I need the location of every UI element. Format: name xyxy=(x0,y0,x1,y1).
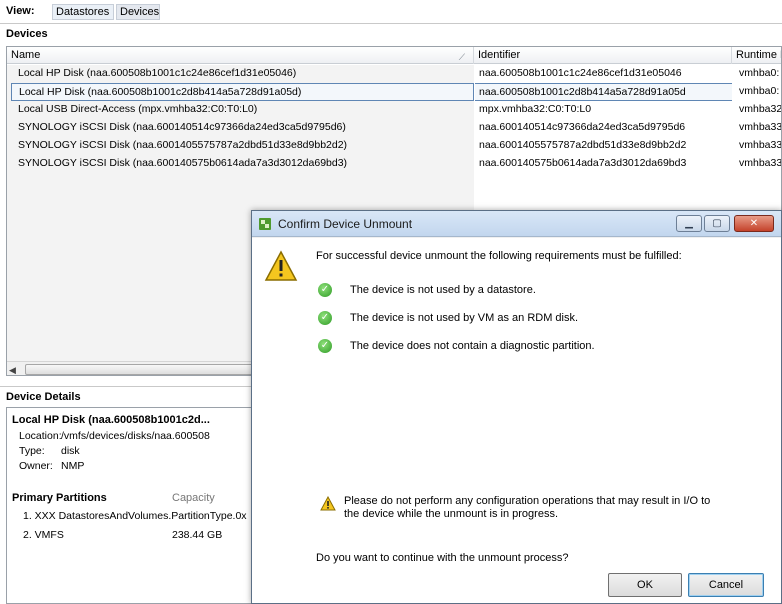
device-runtime-name: vmhba0: xyxy=(739,67,780,79)
requirements-intro: For successful device unmount the follow… xyxy=(316,250,682,262)
device-details-section-title: Device Details xyxy=(6,391,81,403)
device-name: Local HP Disk (naa.600508b1001c2d8b414a5… xyxy=(11,83,474,101)
table-row[interactable]: SYNOLOGY iSCSI Disk (naa.600140575b0614a… xyxy=(7,155,782,173)
device-name: Local HP Disk (naa.600508b1001c1c24e86ce… xyxy=(18,67,297,79)
partition-row: 1. XXX DatastoresAndVolumes.PartitionTyp… xyxy=(23,510,247,522)
location-label: Location: xyxy=(19,430,62,442)
minimize-icon: ▁ xyxy=(685,218,693,229)
dialog-titlebar[interactable]: Confirm Device Unmount ▁ ▢ ✕ xyxy=(252,211,781,237)
warning-icon xyxy=(264,250,298,281)
view-bar: View: Datastores Devices xyxy=(0,0,782,22)
device-identifier: naa.600140514c97366da24ed3ca5d9795d6 xyxy=(479,121,686,133)
primary-partitions-title: Primary Partitions xyxy=(12,492,107,504)
type-value: disk xyxy=(61,445,80,457)
table-row[interactable]: SYNOLOGY iSCSI Disk (naa.600140514c97366… xyxy=(7,119,782,137)
minimize-button[interactable]: ▁ xyxy=(676,215,702,232)
device-identifier: mpx.vmhba32:C0:T0:L0 xyxy=(479,103,592,115)
device-name: Local USB Direct-Access (mpx.vmhba32:C0:… xyxy=(18,103,258,115)
unmount-warning-note: Please do not perform any configuration … xyxy=(344,495,711,520)
tab-datastores[interactable]: Datastores xyxy=(52,4,114,20)
sort-ascending-icon: ⟋ xyxy=(458,52,465,62)
requirement-text: The device is not used by a datastore. xyxy=(350,284,536,296)
requirement-text: The device does not contain a diagnostic… xyxy=(350,340,595,352)
close-icon: ✕ xyxy=(749,218,759,229)
device-identifier: naa.600508b1001c2d8b414a5a728d91a05d xyxy=(475,83,732,101)
column-header-name[interactable]: Name ⟋ xyxy=(7,47,474,64)
column-header-label: Name xyxy=(11,49,41,61)
partition-row: 2. VMFS xyxy=(23,529,64,541)
capacity-column-label: Capacity xyxy=(172,492,215,504)
column-header-identifier[interactable]: Identifier xyxy=(474,47,732,64)
divider xyxy=(0,23,782,24)
table-row[interactable]: Local USB Direct-Access (mpx.vmhba32:C0:… xyxy=(7,101,782,119)
check-icon: ✓ xyxy=(318,339,332,353)
device-details-panel: Local HP Disk (naa.600508b1001c2d... Loc… xyxy=(6,407,256,604)
device-name: SYNOLOGY iSCSI Disk (naa.6001405575787a2… xyxy=(18,139,348,151)
scroll-left-arrow-icon[interactable]: ◀ xyxy=(9,364,21,375)
column-header-runtime-name[interactable]: Runtime N xyxy=(732,47,781,64)
dialog-title: Confirm Device Unmount xyxy=(278,217,413,231)
scrollbar-thumb[interactable] xyxy=(25,364,265,375)
device-name: SYNOLOGY iSCSI Disk (naa.600140575b0614a… xyxy=(18,157,348,169)
continue-question: Do you want to continue with the unmount… xyxy=(316,552,569,564)
ok-button[interactable]: OK xyxy=(608,573,682,597)
horizontal-scrollbar[interactable]: ◀ xyxy=(7,361,267,375)
warning-small-icon xyxy=(320,496,336,511)
location-value: /vmfs/devices/disks/naa.600508 xyxy=(61,430,210,442)
maximize-button[interactable]: ▢ xyxy=(704,215,730,232)
device-name: SYNOLOGY iSCSI Disk (naa.600140514c97366… xyxy=(18,121,346,133)
owner-value: NMP xyxy=(61,460,85,472)
table-row-selected[interactable]: Local HP Disk (naa.600508b1001c2d8b414a5… xyxy=(7,83,781,101)
device-identifier: naa.600508b1001c1c24e86cef1d31e05046 xyxy=(479,67,682,79)
type-label: Type: xyxy=(19,445,45,457)
dialog-body: For successful device unmount the follow… xyxy=(252,238,781,603)
requirement-text: The device is not used by VM as an RDM d… xyxy=(350,312,579,324)
device-identifier: naa.6001405575787a2dbd51d33e8d9bb2d2 xyxy=(479,139,687,151)
device-runtime-name: vmhba33 xyxy=(739,139,782,151)
owner-label: Owner: xyxy=(19,460,53,472)
view-label: View: xyxy=(6,5,35,17)
maximize-icon: ▢ xyxy=(712,218,722,229)
table-header: Name ⟋ Identifier Runtime N xyxy=(7,47,781,64)
column-header-label: Runtime N xyxy=(736,49,781,61)
check-icon: ✓ xyxy=(318,311,332,325)
table-row[interactable]: Local HP Disk (naa.600508b1001c1c24e86ce… xyxy=(7,65,781,83)
confirm-device-unmount-dialog: Confirm Device Unmount ▁ ▢ ✕ For success… xyxy=(251,210,782,604)
column-header-label: Identifier xyxy=(478,49,521,61)
tab-devices[interactable]: Devices xyxy=(116,4,160,20)
device-runtime-name: vmhba32 xyxy=(739,103,782,115)
vsphere-app-icon xyxy=(259,218,271,230)
device-identifier: naa.600140575b0614ada7a3d3012da69bd3 xyxy=(479,157,687,169)
device-details-title: Local HP Disk (naa.600508b1001c2d... xyxy=(12,414,210,426)
table-row[interactable]: SYNOLOGY iSCSI Disk (naa.6001405575787a2… xyxy=(7,137,782,155)
device-runtime-name: vmhba0: xyxy=(739,85,780,97)
close-button[interactable]: ✕ xyxy=(734,215,774,232)
cancel-button[interactable]: Cancel xyxy=(688,573,764,597)
devices-section-title: Devices xyxy=(6,28,48,40)
partition-capacity: 238.44 GB xyxy=(172,529,223,541)
check-icon: ✓ xyxy=(318,283,332,297)
device-runtime-name: vmhba33 xyxy=(739,157,782,169)
device-runtime-name: vmhba33 xyxy=(739,121,782,133)
